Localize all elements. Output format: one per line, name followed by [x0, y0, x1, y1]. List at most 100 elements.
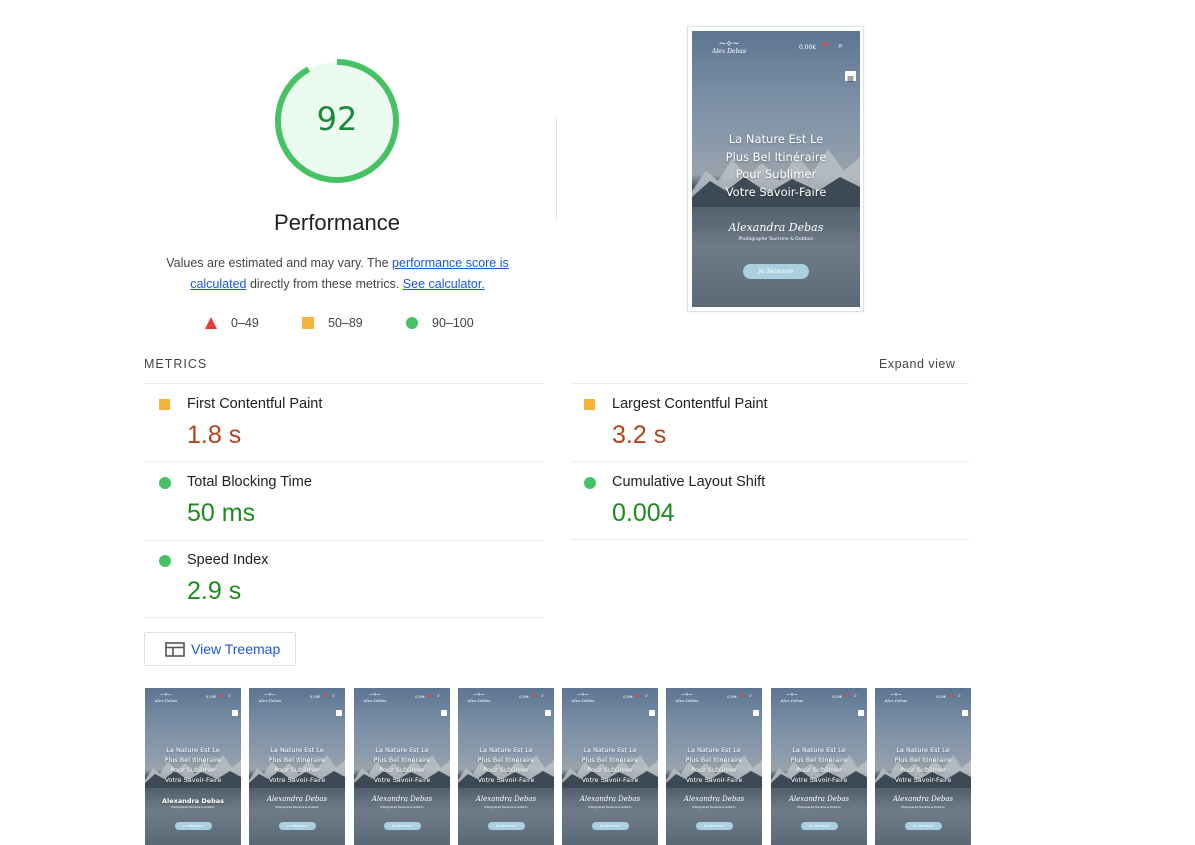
signature: Alexandra Debas — [892, 795, 954, 803]
metric-total-blocking-time: Total Blocking Time 50 ms — [144, 462, 544, 540]
cart-badge — [324, 694, 327, 697]
filmstrip-frame: ~⟡~ Alex Debas 0,00€ ⌕ La Nature Est Le Plus … — [875, 688, 971, 845]
metric-value: 0.004 — [612, 499, 675, 527]
performance-score-value: 92 — [316, 100, 358, 138]
signature: Alexandra Debas — [475, 795, 537, 803]
hero-headline: La Nature Est Le Plus Bel Itinéraire Pour … — [790, 746, 848, 784]
site-logo: ~⟡~ Alex Debas — [884, 692, 908, 704]
site-logo[interactable]: ~⟡~ Alex Debas — [708, 40, 750, 56]
mobile-hero: ~⟡~ Alex Debas 0,00€ ⌕ La Nature Est Le Plus … — [249, 688, 345, 845]
cart-badge — [846, 694, 849, 697]
average-square-icon — [159, 399, 170, 410]
search-icon: ⌕ — [645, 693, 648, 699]
divider — [144, 617, 544, 618]
legend-pass: 90–100 — [406, 316, 474, 330]
cart-total: 0,00€ — [415, 695, 426, 699]
divider — [571, 539, 969, 540]
search-icon: ⌕ — [958, 693, 961, 699]
hero-subtitle: Photographe Tourisme & Outdoor — [275, 806, 319, 809]
search-icon[interactable]: ⌕ — [838, 41, 843, 51]
performance-description: Values are estimated and may vary. The p… — [150, 253, 525, 295]
cart-badge — [429, 694, 432, 697]
hero-headline: La Nature Est Le Plus Bel Itinéraire Pour … — [477, 746, 535, 784]
discover-button: Je découvre — [801, 822, 838, 830]
metric-value: 2.9 s — [187, 577, 242, 605]
signature: Alexandra Debas — [161, 797, 225, 805]
cart-total: 0,00€ — [832, 695, 843, 699]
filmstrip-frame: ~⟡~ Alex Debas 0,00€ ⌕ La Nature Est Le Plus … — [145, 688, 241, 845]
discover-button: Je découvre — [905, 822, 942, 830]
view-treemap-label: View Treemap — [191, 641, 281, 657]
mobile-hero: ~⟡~ Alex Debas 0,00€ ⌕ La Nature Est Le Plus … — [354, 688, 450, 845]
filmstrip-frame: ~⟡~ Alex Debas 0,00€ ⌕ La Nature Est Le Plus … — [354, 688, 450, 845]
expand-view-toggle[interactable]: Expand view — [879, 357, 955, 371]
search-icon: ⌕ — [854, 693, 857, 699]
hero-subtitle: Photographe Tourisme & Outdoor — [484, 806, 528, 809]
headline-line-1: La Nature Est Le — [728, 132, 824, 146]
final-screenshot: ~⟡~ Alex Debas 0,00€ ⌕ La Nature Est Le … — [692, 31, 860, 307]
headline-line-2: Plus Bel Itinéraire — [725, 149, 827, 164]
hero-subtitle: Photographe Tourisme & Outdoor — [171, 806, 215, 809]
red-triangle-icon — [205, 317, 217, 329]
menu-icon — [649, 710, 655, 716]
menu-icon — [232, 710, 238, 716]
mobile-hero: ~⟡~ Alex Debas 0,00€ ⌕ La Nature Est Le Plus … — [562, 688, 658, 845]
signature: Alexandra Debas — [266, 795, 328, 803]
view-treemap-button[interactable]: View Treemap — [144, 632, 296, 666]
discover-button: Je découvre — [175, 822, 212, 830]
signature: Alexandra Debas — [683, 795, 745, 803]
metric-name: Total Blocking Time — [187, 474, 312, 490]
metric-value: 1.8 s — [187, 421, 242, 449]
discover-button: Je découvre — [488, 822, 525, 830]
metric-name: Largest Contentful Paint — [612, 396, 768, 412]
search-icon: ⌕ — [541, 693, 544, 699]
menu-icon — [336, 710, 342, 716]
site-logo: ~⟡~ Alex Debas — [363, 692, 387, 704]
search-icon: ⌕ — [437, 693, 440, 699]
mobile-hero: ~⟡~ Alex Debas 0,00€ ⌕ La Nature Est Le Plus … — [145, 688, 241, 845]
discover-button: Je découvre — [592, 822, 629, 830]
legend-average-label: 50–89 — [328, 316, 363, 330]
filmstrip-frame: ~⟡~ Alex Debas 0,00€ ⌕ La Nature Est Le Plus … — [771, 688, 867, 845]
mobile-hero: ~⟡~ Alex Debas 0,00€ ⌕ La Nature Est Le Plus … — [875, 688, 971, 845]
search-icon: ⌕ — [228, 693, 231, 699]
metric-name: Speed Index — [187, 552, 269, 568]
mobile-hero: ~⟡~ Alex Debas 0,00€ ⌕ La Nature Est Le … — [692, 31, 860, 307]
legend-pass-label: 90–100 — [432, 316, 474, 330]
metric-name: First Contentful Paint — [187, 396, 323, 412]
hero-subtitle: Photographe Tourisme & Outdoor — [738, 237, 814, 242]
see-calculator-link[interactable]: See calculator. — [403, 277, 485, 291]
discover-button[interactable]: Je découvre — [743, 264, 809, 279]
signature: Alexandra Debas — [728, 221, 824, 234]
metric-first-contentful-paint: First Contentful Paint 1.8 s — [144, 384, 544, 462]
hero-subtitle: Photographe Tourisme & Outdoor — [588, 806, 632, 809]
description-middle: directly from these metrics. — [246, 277, 403, 291]
menu-icon — [962, 710, 968, 716]
hero-subtitle: Photographe Tourisme & Outdoor — [901, 806, 945, 809]
cart-total: 0,00€ — [623, 695, 634, 699]
signature: Alexandra Debas — [371, 795, 433, 803]
site-logo: ~⟡~ Alex Debas — [571, 692, 595, 704]
hero-headline: La Nature Est Le Plus Bel Itinéraire Pour … — [685, 746, 743, 784]
metric-cumulative-layout-shift: Cumulative Layout Shift 0.004 — [569, 462, 969, 540]
signature: Alexandra Debas — [579, 795, 641, 803]
site-logo: ~⟡~ Alex Debas — [154, 692, 178, 704]
hero-headline: La Nature Est Le Plus Bel Itinéraire Pour … — [164, 746, 222, 784]
menu-icon — [753, 710, 759, 716]
description-prefix: Values are estimated and may vary. The — [166, 256, 393, 270]
site-logo-text: Alex Debas — [712, 48, 746, 55]
filmstrip-frame: ~⟡~ Alex Debas 0,00€ ⌕ La Nature Est Le Plus … — [458, 688, 554, 845]
vertical-divider — [556, 118, 557, 220]
hero-subtitle: Photographe Tourisme & Outdoor — [692, 806, 736, 809]
menu-icon[interactable] — [845, 71, 856, 82]
performance-score-gauge: 92 — [273, 57, 401, 185]
search-icon: ⌕ — [749, 693, 752, 699]
filmstrip-frame: ~⟡~ Alex Debas 0,00€ ⌕ La Nature Est Le Plus … — [666, 688, 762, 845]
average-square-icon — [584, 399, 595, 410]
filmstrip-frame: ~⟡~ Alex Debas 0,00€ ⌕ La Nature Est Le Plus … — [562, 688, 658, 845]
metric-name: Cumulative Layout Shift — [612, 474, 766, 490]
cart-total[interactable]: 0,00€ — [799, 44, 816, 51]
menu-icon — [441, 710, 447, 716]
hero-headline: La Nature Est Le Plus Bel Itinéraire Pour … — [894, 746, 952, 784]
site-logo: ~⟡~ Alex Debas — [258, 692, 282, 704]
